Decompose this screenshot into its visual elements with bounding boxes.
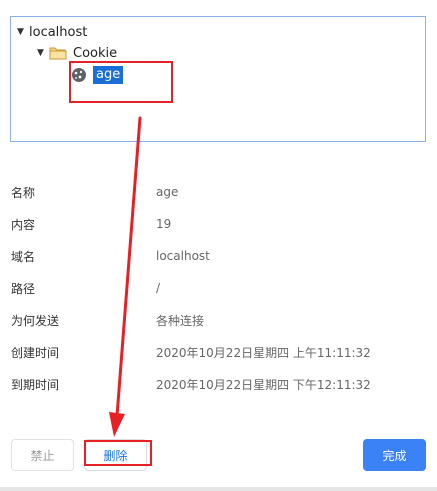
detail-key: 名称 [11,185,36,200]
detail-row-created: 创建时间 2020年10月22日星期四 上午11:11:32 [11,343,371,361]
detail-row-path: 路径 / [11,279,160,297]
detail-row-send-for: 为何发送 各种连接 [11,311,204,329]
tree-node-label: Cookie [73,45,118,61]
detail-key: 域名 [11,249,36,264]
folder-icon [49,46,67,60]
detail-key: 内容 [11,217,36,232]
delete-button[interactable]: 删除 [84,439,147,471]
bottom-divider [0,487,437,491]
tree-node-label: localhost [29,24,88,40]
detail-value: age [156,185,179,199]
detail-value: 2020年10月22日星期四 下午12:11:32 [156,377,371,392]
detail-row-domain: 域名 localhost [11,247,210,265]
tree-node-label-selected: age [93,66,124,84]
disable-button[interactable]: 禁止 [11,439,74,471]
done-button[interactable]: 完成 [363,439,426,471]
detail-key: 为何发送 [11,313,60,328]
detail-value: / [156,281,161,295]
detail-key: 到期时间 [11,377,60,392]
cookie-tree-panel[interactable]: ▼ localhost ▼ Cookie age [10,16,426,142]
detail-value: 各种连接 [156,313,205,328]
detail-value: 2020年10月22日星期四 上午11:11:32 [156,345,371,360]
tree-node-age[interactable]: age [71,66,124,84]
detail-row-name: 名称 age [11,183,178,201]
detail-value: localhost [156,249,210,263]
tree-node-cookie-folder[interactable]: ▼ Cookie [37,44,117,62]
detail-row-expires: 到期时间 2020年10月22日星期四 下午12:11:32 [11,375,371,393]
cookie-icon [71,67,87,83]
detail-row-content: 内容 19 [11,215,171,233]
tree-node-localhost[interactable]: ▼ localhost [17,23,87,41]
detail-key: 创建时间 [11,345,60,360]
expand-triangle-icon[interactable]: ▼ [17,27,29,37]
detail-value: 19 [156,217,172,231]
expand-triangle-icon[interactable]: ▼ [37,48,49,58]
detail-key: 路径 [11,281,36,296]
